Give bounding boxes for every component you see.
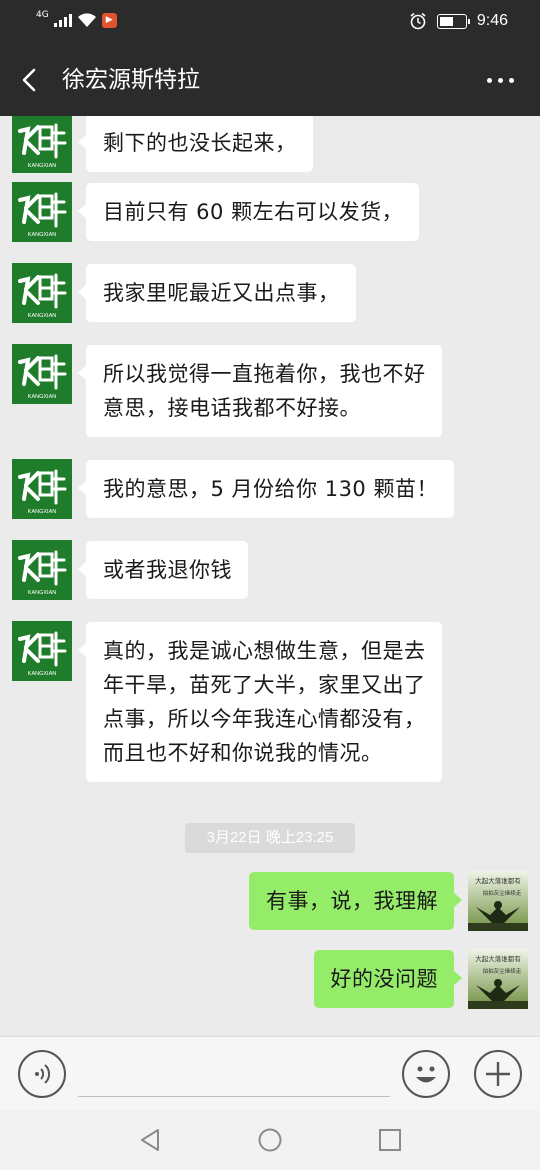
app-notification-icon: ▶: [101, 12, 117, 28]
svg-text:大起大落谁都有: 大起大落谁都有: [475, 876, 521, 885]
input-bar: [0, 1036, 540, 1110]
my-avatar[interactable]: 大起大落谁都有 拍拍灰尘继续走: [468, 949, 528, 1009]
svg-text:拍拍灰尘继续走: 拍拍灰尘继续走: [483, 967, 522, 975]
contact-avatar[interactable]: KANGXIAN: [12, 459, 72, 519]
system-nav-bar: [0, 1110, 540, 1170]
recents-square-icon[interactable]: [375, 1125, 405, 1155]
contact-avatar[interactable]: KANGXIAN: [12, 344, 72, 404]
my-avatar[interactable]: 大起大落谁都有 拍拍灰尘继续走: [468, 871, 528, 931]
timestamp: 3月22日 晚上23:25: [185, 823, 355, 853]
message-text-line: 点事，所以今年我连心情都没有，: [103, 707, 426, 731]
svg-text:KANGXIAN: KANGXIAN: [28, 671, 56, 677]
incoming-message[interactable]: 所以我觉得一直拖着你，我也不好 意思，接电话我都不好接。: [78, 345, 442, 437]
svg-text:KANGXIAN: KANGXIAN: [28, 313, 56, 319]
chat-message-list[interactable]: KANGXIAN KANGXIAN KANGXIAN KANGXIAN KANG…: [0, 116, 540, 1036]
message-text: 目前只有 60 颗左右可以发货，: [103, 200, 404, 224]
clock: 9:46: [476, 12, 508, 29]
message-text: 有事，说，我理解: [266, 889, 438, 913]
svg-text:大起大落谁都有: 大起大落谁都有: [475, 954, 521, 963]
header: 徐宏源斯特拉: [0, 44, 540, 116]
alarm-icon: [410, 12, 426, 30]
svg-text:KANGXIAN: KANGXIAN: [28, 590, 56, 596]
message-text: 剩下的也没长起来，: [103, 131, 297, 155]
more-dots-icon[interactable]: [487, 78, 514, 83]
back-chevron-icon[interactable]: [14, 64, 46, 96]
incoming-message[interactable]: 或者我退你钱: [78, 541, 248, 599]
incoming-message[interactable]: 我的意思，5 月份给你 130 颗苗！: [78, 460, 454, 518]
svg-text:KANGXIAN: KANGXIAN: [28, 394, 56, 400]
message-text: 或者我退你钱: [103, 558, 232, 582]
message-text-line: 所以我觉得一直拖着你，我也不好: [103, 362, 426, 386]
svg-text:拍拍灰尘继续走: 拍拍灰尘继续走: [483, 889, 522, 897]
battery-icon: [436, 13, 470, 29]
emoji-icon[interactable]: [402, 1050, 450, 1098]
incoming-message[interactable]: 真的，我是诚心想做生意，但是去 年干旱，苗死了大半，家里又出了 点事，所以今年我…: [78, 622, 442, 782]
plus-icon[interactable]: [474, 1050, 522, 1098]
status-left: 4G ▶: [36, 9, 117, 28]
contact-avatar[interactable]: KANGXIAN: [12, 540, 72, 600]
svg-text:KANGXIAN: KANGXIAN: [28, 509, 56, 515]
contact-avatar[interactable]: KANGXIAN: [12, 621, 72, 681]
status-right: 9:46: [409, 12, 508, 30]
back-triangle-icon[interactable]: [136, 1125, 166, 1155]
chat-title: 徐宏源斯特拉: [62, 67, 200, 93]
outgoing-message[interactable]: 好的没问题: [313, 950, 462, 1008]
outgoing-message[interactable]: 有事，说，我理解: [249, 872, 462, 930]
message-text: 我的意思，5 月份给你 130 颗苗！: [103, 477, 438, 501]
contact-avatar[interactable]: KANGXIAN: [12, 182, 72, 242]
incoming-message[interactable]: 目前只有 60 颗左右可以发货，: [77, 183, 420, 241]
message-text: 我家里呢最近又出点事，: [103, 281, 340, 305]
message-input[interactable]: [78, 1051, 390, 1097]
status-bar: 4G ▶ 9:46: [0, 0, 540, 44]
signal-icon: [53, 13, 72, 27]
incoming-message[interactable]: 剩下的也没长起来，: [78, 116, 313, 172]
svg-text:KANGXIAN: KANGXIAN: [28, 232, 56, 238]
message-text: 好的没问题: [330, 967, 438, 991]
message-text-line: 真的，我是诚心想做生意，但是去: [103, 639, 426, 663]
message-text-line: 年干旱，苗死了大半，家里又出了: [103, 673, 426, 697]
contact-avatar[interactable]: KANGXIAN: [12, 263, 72, 323]
svg-text:KANGXIAN: KANGXIAN: [28, 163, 56, 169]
incoming-message[interactable]: 我家里呢最近又出点事，: [78, 264, 356, 322]
message-text-line: 意思，接电话我都不好接。: [103, 396, 361, 420]
network-type: 4G: [36, 9, 49, 20]
home-circle-icon[interactable]: [255, 1125, 285, 1155]
contact-avatar[interactable]: KANGXIAN: [12, 116, 72, 173]
voice-icon[interactable]: [18, 1050, 66, 1098]
wifi-icon: [77, 13, 96, 27]
message-text-line: 而且也不好和你说我的情况。: [103, 741, 383, 765]
